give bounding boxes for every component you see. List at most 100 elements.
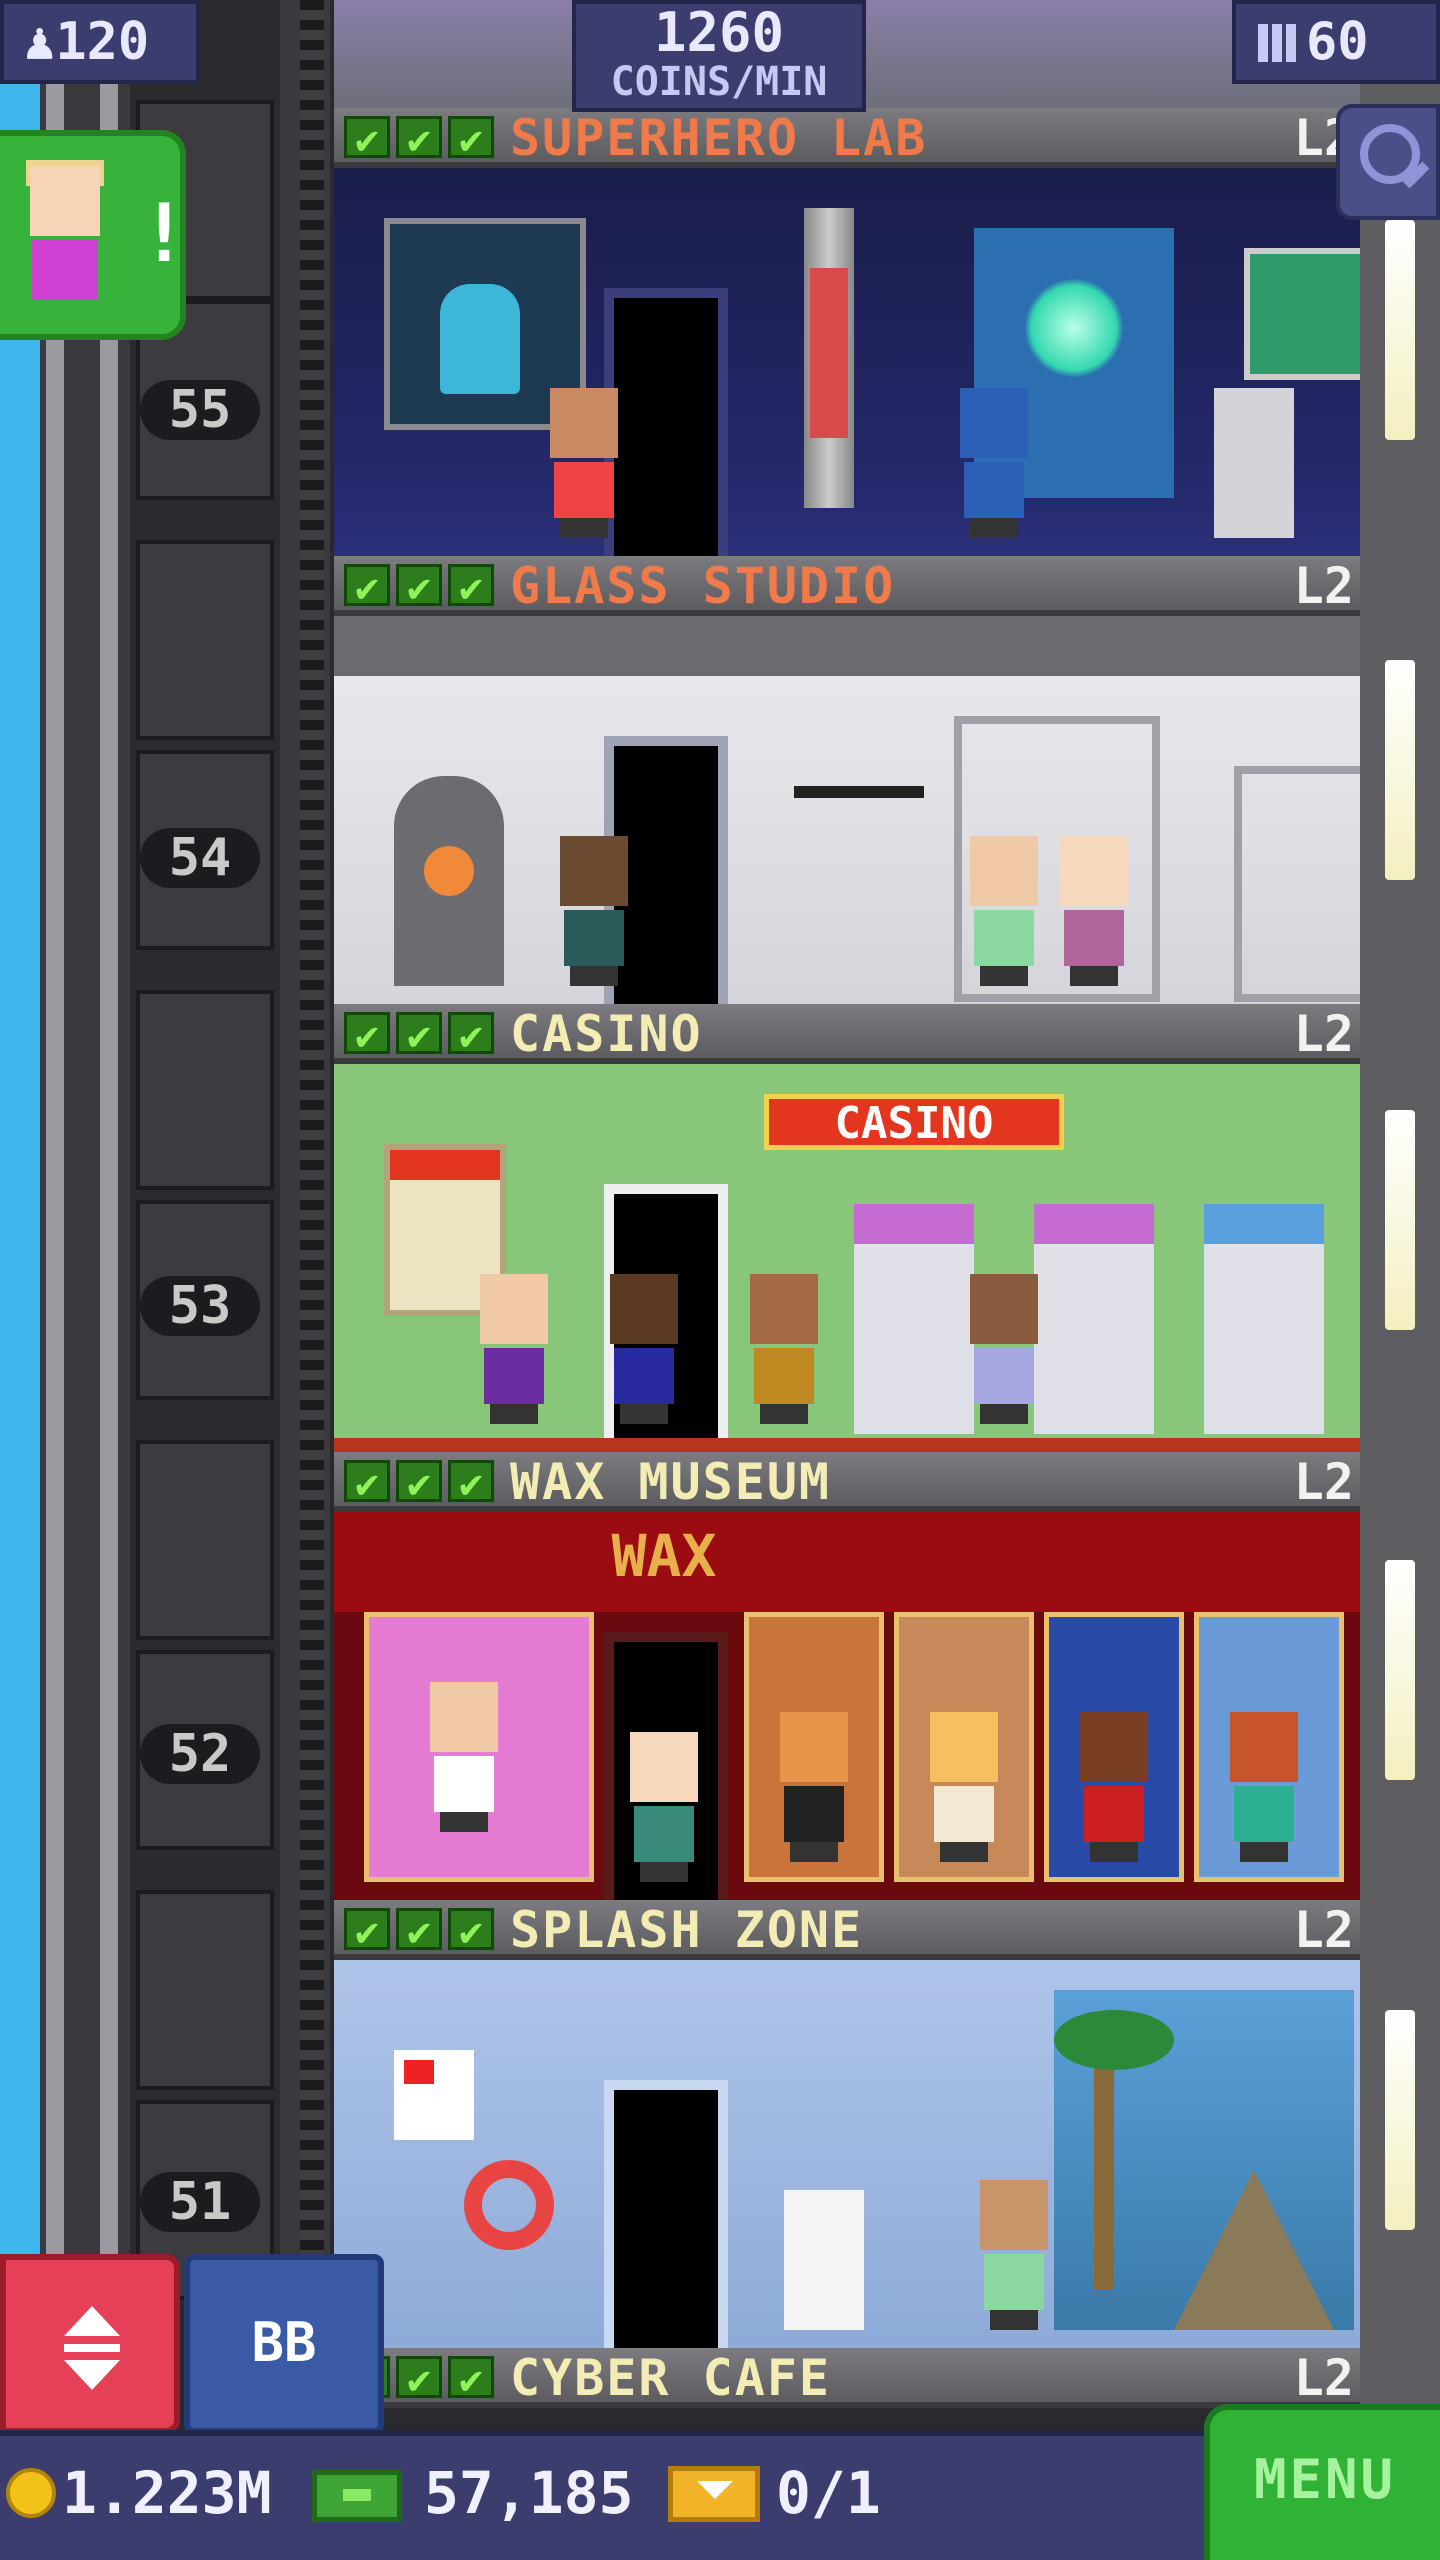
- slot-machine: [1034, 1204, 1154, 1434]
- coins-per-minute-value: 1260: [653, 1, 785, 64]
- check-icon: ✔: [344, 1012, 390, 1057]
- floor-level: L2: [1293, 1901, 1354, 1959]
- elevator-updown-icon: [64, 2306, 120, 2336]
- check-icon: ✔: [396, 1012, 442, 1057]
- shaft-floor-number: 54: [140, 828, 260, 888]
- shaft-floor-number: 52: [140, 1724, 260, 1784]
- floor-header: ✔ ✔ ✔ SPLASH ZONE L2: [334, 1900, 1360, 1960]
- wall-light: [1385, 660, 1415, 880]
- check-icon: ✔: [396, 564, 442, 609]
- elevator-button[interactable]: [0, 2254, 180, 2434]
- check-icon: ✔: [396, 1908, 442, 1953]
- tickets-value[interactable]: 0/1: [776, 2460, 881, 2526]
- floor-name: WAX MUSEUM: [510, 1453, 832, 1511]
- check-icon: ✔: [396, 116, 442, 161]
- bitizen[interactable]: [964, 1274, 1044, 1424]
- check-row: ✔ ✔ ✔: [344, 116, 494, 161]
- life-ring: [464, 2160, 554, 2250]
- bitizen[interactable]: [474, 1274, 554, 1424]
- floor-level: L2: [1293, 2349, 1354, 2407]
- check-icon: ✔: [396, 2356, 442, 2401]
- glass-shelf: [1234, 766, 1360, 1002]
- check-icon: ✔: [448, 1012, 494, 1057]
- floor-level: L2: [1293, 1005, 1354, 1063]
- wax-figure: [774, 1712, 854, 1862]
- bitizen[interactable]: [1054, 836, 1134, 986]
- population-value: 120: [55, 12, 150, 72]
- bitizen[interactable]: [624, 1732, 704, 1882]
- floor-name: CASINO: [510, 1005, 703, 1063]
- bitizen[interactable]: [744, 1274, 824, 1424]
- floor-header: ✔ ✔ ✔ GLASS STUDIO L2: [334, 556, 1360, 616]
- zoom-button[interactable]: [1336, 104, 1440, 220]
- bitizen[interactable]: [554, 836, 634, 986]
- glass-furnace: [394, 776, 504, 986]
- shaft-rail: [46, 0, 64, 2560]
- bitizen[interactable]: [954, 388, 1034, 538]
- wax-figure: [1224, 1712, 1304, 1862]
- wax-sign: WAX: [611, 1522, 717, 1590]
- casino-sign: CASINO: [764, 1094, 1064, 1150]
- bb-button[interactable]: BB: [184, 2254, 384, 2434]
- menu-button[interactable]: MENU: [1204, 2404, 1440, 2560]
- bitizen[interactable]: [974, 2180, 1054, 2330]
- cash-icon: [312, 2470, 402, 2522]
- wax-figure: [1074, 1712, 1154, 1862]
- floor-name: SPLASH ZONE: [510, 1901, 864, 1959]
- tower-bux-value: 60: [1306, 12, 1369, 72]
- slot-machine: [1204, 1204, 1324, 1434]
- floor-glass-studio[interactable]: ✔ ✔ ✔ GLASS STUDIO L2: [334, 556, 1360, 1004]
- bitizen-notification-button[interactable]: !: [0, 130, 188, 340]
- tower-bux-icon: [1258, 24, 1296, 62]
- ticket-icon: [668, 2466, 760, 2522]
- floor-name: GLASS STUDIO: [510, 557, 896, 615]
- room-wax-museum: WAX: [334, 1512, 1360, 1900]
- floor-wax-museum[interactable]: ✔ ✔ ✔ WAX MUSEUM L2 WAX: [334, 1452, 1360, 1900]
- check-row: ✔ ✔ ✔: [344, 1908, 494, 1953]
- check-icon: ✔: [344, 1460, 390, 1505]
- coins-per-minute: 1260 COINS/MIN: [572, 0, 866, 112]
- wall-light: [1385, 220, 1415, 440]
- check-icon: ✔: [344, 116, 390, 161]
- tower-bux-counter[interactable]: 60: [1232, 0, 1440, 84]
- shaft-panel: [136, 990, 274, 1190]
- dna-tube: [804, 208, 854, 508]
- check-icon: ✔: [448, 116, 494, 161]
- floor-name: SUPERHERO LAB: [510, 109, 928, 167]
- floor-header: ✔ ✔ ✔ WAX MUSEUM L2: [334, 1452, 1360, 1512]
- wax-figure: [924, 1712, 1004, 1862]
- bux-value[interactable]: 57,185: [424, 2460, 634, 2526]
- wall-light: [1385, 1560, 1415, 1780]
- floor-splash-zone[interactable]: ✔ ✔ ✔ SPLASH ZONE L2: [334, 1900, 1360, 2348]
- population-icon: ♟: [24, 12, 56, 72]
- sky: [0, 0, 40, 2560]
- world-map-screen: [1244, 248, 1360, 380]
- wax-figure: [424, 1682, 504, 1832]
- floor-header: ✔ ✔ ✔ SUPERHERO LAB L2: [334, 108, 1360, 168]
- floor-name: CYBER CAFE: [510, 2349, 832, 2407]
- avatar: [30, 166, 100, 236]
- coin-icon: [6, 2468, 56, 2518]
- check-icon: ✔: [344, 1908, 390, 1953]
- check-row: ✔ ✔ ✔: [344, 1012, 494, 1057]
- floor-superhero-lab[interactable]: ✔ ✔ ✔ SUPERHERO LAB L2: [334, 108, 1360, 556]
- check-row: ✔ ✔ ✔: [344, 564, 494, 609]
- bitizen[interactable]: [964, 836, 1044, 986]
- floor-header: ✔ ✔ ✔ CASINO L2: [334, 1004, 1360, 1064]
- shaft-panel: [136, 540, 274, 740]
- bitizen[interactable]: [604, 1274, 684, 1424]
- computer-terminal: [1214, 388, 1294, 538]
- floor-casino[interactable]: ✔ ✔ ✔ CASINO L2 CASINO: [334, 1004, 1360, 1452]
- wall-light: [1385, 1110, 1415, 1330]
- coins-value[interactable]: 1.223M: [62, 2460, 272, 2526]
- check-icon: ✔: [448, 1460, 494, 1505]
- check-icon: ✔: [448, 1908, 494, 1953]
- lifeguard-chair: [784, 2190, 864, 2330]
- population-counter[interactable]: ♟120: [0, 0, 200, 84]
- wall-light: [1385, 2010, 1415, 2230]
- room-splash-zone: [334, 1960, 1360, 2348]
- shaft-rail: [100, 0, 118, 2560]
- coins-per-minute-label: COINS/MIN: [610, 59, 828, 105]
- bitizen[interactable]: [544, 388, 624, 538]
- water-slide-scene: [1054, 1990, 1354, 2330]
